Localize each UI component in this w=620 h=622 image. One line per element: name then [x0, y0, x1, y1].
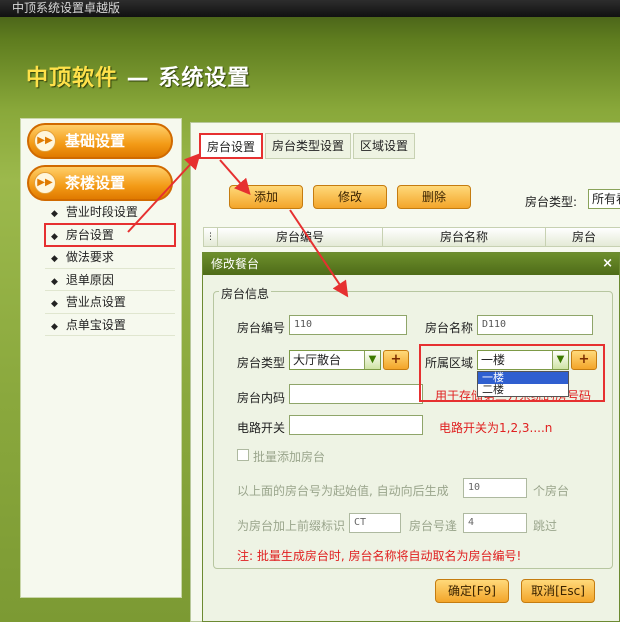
batch-count-prefix: 以上面的房台号为起始值, 自动向后生成 [237, 484, 449, 498]
column-header-room-extra[interactable]: 房台 [546, 228, 620, 246]
category-label: 茶楼设置 [65, 174, 126, 192]
sidebar-item-label: 房台设置 [65, 227, 114, 242]
sidebar-item-cooking-requirements[interactable]: ◆ 做法要求 [45, 246, 175, 269]
sidebar-item-room-settings[interactable]: ◆ 房台设置 [44, 222, 176, 247]
room-type-value: 大厅散台 [293, 353, 342, 367]
bullet-icon: ◆ [51, 254, 58, 264]
power-switch-field[interactable] [289, 415, 423, 435]
edit-room-dialog: 修改餐台 × 房台信息 房台编号 110 房台名称 D110 房台类型 大厅散台… [202, 252, 620, 622]
header-separator: — [118, 66, 159, 91]
sidebar-item-label: 点单宝设置 [65, 317, 126, 332]
sidebar-item-label: 做法要求 [65, 250, 114, 264]
skip-suffix: 跳过 [533, 519, 558, 533]
prefix-label: 为房台加上前缀标识 [237, 519, 346, 533]
skip-label: 房台号逢 [409, 519, 458, 533]
batch-count-suffix: 个房台 [533, 484, 570, 498]
ok-button[interactable]: 确定[F9] [435, 579, 509, 603]
tab-area-settings[interactable]: 区域设置 [353, 133, 416, 159]
sidebar-item-business-point[interactable]: ◆ 营业点设置 [45, 291, 175, 314]
bullet-icon: ◆ [51, 321, 58, 332]
app-header: 中顶软件 — 系统设置 [26, 60, 250, 92]
tab-room-settings[interactable]: 房台设置 [199, 133, 264, 159]
sidebar: ▶▶ 基础设置 ▶▶ 茶楼设置 ◆ 营业时段设置 ◆ 房台设置 ◆ 做法要求 ◆ 退单原… [20, 118, 182, 598]
sidebar-item-label: 退单原因 [65, 272, 114, 287]
room-no-field[interactable]: 110 [289, 315, 407, 335]
delete-button[interactable]: 删除 [397, 185, 471, 209]
highlight-box [419, 344, 605, 402]
column-header-room-name[interactable]: 房台名称 [383, 228, 546, 246]
batch-add-checkbox[interactable] [237, 449, 249, 461]
play-icon: ▶▶ [34, 130, 56, 152]
room-info-legend: 房台信息 [219, 285, 272, 302]
column-header-room-no[interactable]: 房台编号 [218, 228, 383, 246]
batch-add-label: 批量添加房台 [253, 450, 326, 464]
category-teahouse-settings-button[interactable]: ▶▶ 茶楼设置 [27, 165, 173, 201]
prefix-field[interactable]: CT [349, 513, 401, 533]
sidebar-item-return-reasons[interactable]: ◆ 退单原因 [45, 269, 175, 291]
room-no-label: 房台编号 [237, 321, 286, 335]
category-label: 基础设置 [65, 132, 126, 150]
inner-code-field[interactable] [289, 384, 423, 404]
room-type-filter-label: 房台类型: [525, 195, 578, 209]
sidebar-sub-list: ◆ 营业时段设置 ◆ 房台设置 ◆ 做法要求 ◆ 退单原因 ◆ 营业点设置 ◆ 点单宝设置 [44, 201, 176, 336]
category-basic-settings-button[interactable]: ▶▶ 基础设置 [27, 123, 173, 159]
power-switch-label: 电路开关 [237, 421, 286, 435]
room-name-field[interactable]: D110 [477, 315, 593, 335]
edit-button[interactable]: 修改 [313, 185, 387, 209]
bullet-icon: ◆ [51, 276, 58, 287]
bullet-icon: ◆ [51, 299, 58, 309]
tab-room-type-settings[interactable]: 房台类型设置 [265, 133, 352, 159]
room-type-select[interactable]: 大厅散台 ▼ [289, 350, 381, 370]
play-icon: ▶▶ [34, 172, 56, 194]
bullet-icon: ◆ [51, 209, 58, 219]
dialog-title: 修改餐台 [211, 257, 260, 271]
tab-bar: 房台设置 房台类型设置 区域设置 [199, 133, 417, 159]
grid-header: ⋮ 房台编号 房台名称 房台 [203, 227, 620, 247]
bullet-icon: ◆ [51, 231, 58, 242]
room-type-label: 房台类型 [237, 356, 286, 370]
room-type-filter-select[interactable]: 所有看 [588, 189, 620, 209]
sidebar-item-business-hours[interactable]: ◆ 营业时段设置 [45, 201, 175, 224]
skip-field[interactable]: 4 [463, 513, 527, 533]
header-section: 系统设置 [158, 66, 251, 91]
window-title: 中顶系统设置卓越版 [12, 1, 121, 15]
add-room-type-button[interactable]: + [383, 350, 409, 370]
close-icon[interactable]: × [602, 253, 613, 275]
room-name-label: 房台名称 [425, 321, 474, 335]
cancel-button[interactable]: 取消[Esc] [521, 579, 595, 603]
window-title-bar: 中顶系统设置卓越版 [0, 0, 620, 17]
brand-name: 中顶软件 [26, 66, 119, 91]
sidebar-item-label: 营业时段设置 [65, 205, 138, 219]
sidebar-item-order-device[interactable]: ◆ 点单宝设置 [45, 314, 175, 336]
add-button[interactable]: 添加 [229, 185, 303, 209]
inner-code-label: 房台内码 [237, 391, 286, 405]
sidebar-item-label: 营业点设置 [65, 295, 126, 309]
chevron-down-icon[interactable]: ▼ [364, 351, 380, 369]
dialog-title-bar: 修改餐台 × [203, 253, 619, 275]
batch-note: 注: 批量生成房台时, 房台名称将自动取名为房台编号! [237, 549, 522, 563]
row-selector-icon: ⋮ [204, 228, 218, 246]
power-switch-hint: 电路开关为1,2,3....n [439, 421, 553, 435]
batch-count-field[interactable]: 10 [463, 478, 527, 498]
